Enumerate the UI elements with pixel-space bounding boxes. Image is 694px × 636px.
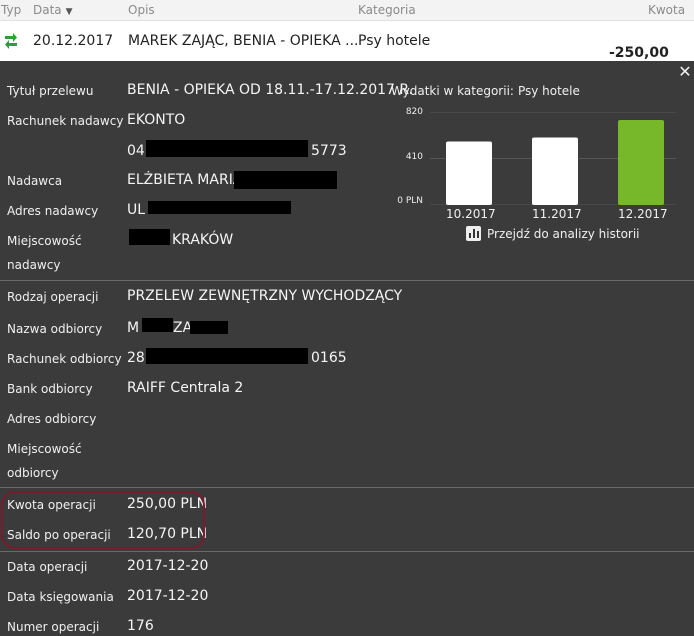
op-number-value: 176 <box>127 618 154 634</box>
transaction-row[interactable]: 20.12.2017 MAREK ZAJĄC, BENIA - OPIEKA .… <box>0 21 694 77</box>
op-number-label: Numer operacji <box>7 620 100 634</box>
op-date-label: Data operacji <box>7 560 88 574</box>
booking-date-label: Data księgowania <box>7 590 114 604</box>
highlight-annotation <box>1 491 205 549</box>
redaction-block <box>234 171 337 189</box>
sender-city-value: KRAKÓW <box>172 232 234 248</box>
sender-address-value: UL <box>127 202 146 218</box>
redaction-block <box>190 321 228 334</box>
redaction-block <box>146 348 308 364</box>
y-tick-label: 410 <box>405 152 423 162</box>
recipient-bank-label: Bank odbiorcy <box>7 382 93 396</box>
bar-chart-icon <box>466 226 481 241</box>
x-tick-label: 10.2017 <box>446 207 496 221</box>
sender-account-suffix: 5773 <box>311 143 347 159</box>
recipient-address-label: Adres odbiorcy <box>7 412 97 426</box>
section-divider <box>0 551 694 552</box>
col-amount-header[interactable]: Kwota <box>648 3 685 17</box>
x-tick-label: 12.2017 <box>618 207 668 221</box>
col-desc-header[interactable]: Opis <box>128 3 155 17</box>
operation-type-label: Rodzaj operacji <box>7 290 99 304</box>
redaction-block <box>142 318 173 332</box>
recipient-account-label: Rachunek odbiorcy <box>7 352 122 366</box>
history-analysis-link[interactable]: Przejdź do analizy historii <box>466 226 640 241</box>
transfer-arrows-icon <box>5 33 17 49</box>
redaction-block <box>146 140 308 157</box>
sender-address-label: Adres nadawcy <box>7 204 99 218</box>
col-date-header[interactable]: Data ▼ <box>33 3 73 17</box>
transaction-date: 20.12.2017 <box>33 33 114 49</box>
chart-title-text: Wydatki w kategorii: <box>391 84 514 98</box>
chart-bar-12.2017 <box>618 119 664 205</box>
sender-city-label-line2: nadawcy <box>7 258 61 272</box>
close-icon[interactable]: ✕ <box>677 62 693 82</box>
title-label: Tytuł przelewu <box>7 84 94 98</box>
sort-desc-icon: ▼ <box>65 7 73 17</box>
transaction-description: MAREK ZAJĄC, BENIA - OPIEKA ... <box>128 33 359 49</box>
chart-category: Psy hotele <box>517 84 580 98</box>
booking-date-value: 2017-12-20 <box>127 588 209 604</box>
x-tick-label: 11.2017 <box>532 207 582 221</box>
col-date-label: Data <box>33 3 62 17</box>
chart-bar-11.2017 <box>532 137 578 205</box>
recipient-city-label: Miejscowość <box>7 442 82 456</box>
title-value: BENIA - OPIEKA OD 18.11.-17.12.2017 R. <box>127 82 414 98</box>
recipient-bank-value: RAIFF Centrala 2 <box>127 380 244 396</box>
redaction-block <box>148 201 291 214</box>
section-divider <box>0 280 694 281</box>
spending-bar-chart <box>430 112 676 205</box>
col-category-header[interactable]: Kategoria <box>358 3 416 17</box>
recipient-name-prefix: M <box>127 320 140 336</box>
sender-value: ELŻBIETA MARIA I <box>127 172 251 188</box>
history-link-label: Przejdź do analizy historii <box>487 227 640 241</box>
table-header: Typ Data ▼ Opis Kategoria Kwota <box>0 0 694 21</box>
redaction-block <box>129 229 170 245</box>
col-type-header[interactable]: Typ <box>1 3 21 17</box>
recipient-city-label-line2: odbiorcy <box>7 466 59 480</box>
sender-account-label: Rachunek nadawcy <box>7 114 124 128</box>
y-tick-label: 820 <box>405 107 423 117</box>
y-tick-label: 0 PLN <box>397 196 423 206</box>
transaction-category[interactable]: Psy hotele <box>358 33 430 49</box>
sender-bank-value: EKONTO <box>127 112 186 128</box>
section-divider <box>0 487 694 488</box>
sender-account-prefix: 04 <box>127 143 145 159</box>
chart-title: Wydatki w kategorii: Psy hotele <box>391 84 580 98</box>
recipient-account-prefix: 28 <box>127 350 145 366</box>
chart-bar-10.2017 <box>446 141 492 205</box>
sender-city-label: Miejscowość <box>7 234 82 248</box>
sender-label: Nadawca <box>7 174 63 188</box>
recipient-account-suffix: 0165 <box>311 350 347 366</box>
recipient-name-label: Nazwa odbiorcy <box>7 322 103 336</box>
op-date-value: 2017-12-20 <box>127 558 209 574</box>
operation-type-value: PRZELEW ZEWNĘTRZNY WYCHODZĄCY <box>127 288 403 304</box>
